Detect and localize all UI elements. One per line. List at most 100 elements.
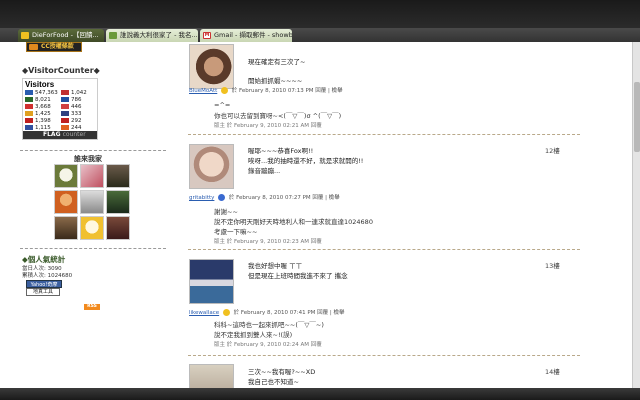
flag-icon (25, 90, 33, 95)
visitor-avatar[interactable] (80, 164, 104, 188)
tab-strip: DieForFood -【回饋... 誰說義大利很家了 - 我名... M Gm… (0, 28, 640, 42)
browser-toolbar (0, 0, 640, 28)
commenter-avatar[interactable] (189, 144, 234, 189)
visitor-avatar[interactable] (80, 190, 104, 214)
smiley-icon (221, 87, 229, 94)
flag-icon (25, 118, 33, 123)
comment-text: 唉呀...我的抽時還不好，就是求就開的!! (248, 157, 364, 165)
vertical-scrollbar[interactable] (632, 42, 640, 388)
comment-text: 我也好想中喔 ㄒㄒ (248, 262, 303, 270)
flag-icon (25, 97, 33, 102)
author-link[interactable]: gritabitty (189, 195, 214, 201)
author-link[interactable]: likewallace (189, 310, 219, 316)
flag-icon (61, 90, 69, 95)
visitor-avatar[interactable] (54, 190, 78, 214)
status-bar (0, 388, 640, 400)
floor-number: 13樓 (545, 262, 560, 270)
comment-meta: BlueMoAtt 於 February 8, 2010 07:13 PM 回覆… (189, 87, 343, 94)
reply-meta: 版主 於 February 9, 2010 02:24 AM 回覆 (214, 342, 322, 348)
visitor-counter-heading: ◆VisitorCounter◆ (22, 66, 100, 75)
folder-icon (21, 32, 29, 39)
author-link[interactable]: BlueMoAtt (189, 88, 217, 94)
rss-badge[interactable]: RSS (84, 304, 100, 310)
yahoo-button[interactable]: Yahoo!奇摩 (26, 280, 62, 288)
comment-meta: gritabitty 於 February 8, 2010 07:27 PM 回… (189, 194, 340, 201)
flag-counter-footer: FLAG counter (23, 131, 97, 139)
visitor-count-row: 8,021 (25, 97, 51, 104)
tab-dieforfood[interactable]: DieForFood -【回饋... (18, 29, 104, 42)
visitor-count-row: 547,363 (25, 90, 58, 97)
reply-meta: 版主 於 February 9, 2010 02:23 AM 回覆 (214, 239, 322, 245)
visitor-avatar[interactable] (106, 190, 130, 214)
commenter-avatar[interactable] (189, 259, 234, 304)
visitor-count-row: 1,042 (61, 90, 87, 97)
tab-label: 誰說義大利很家了 - 我名... (120, 31, 198, 39)
who-visited-heading: 誰來我家 (74, 155, 102, 163)
owner-reply: 科科~這時也一起來抓吧~~(￣▽￣~) (214, 321, 324, 329)
visitor-count-row: 3,668 (25, 104, 51, 111)
visitor-avatar[interactable] (54, 216, 78, 240)
globe-icon (218, 194, 226, 201)
tab-label: Gmail - 擷取郵件 - showb... (214, 31, 292, 39)
gmail-icon: M (203, 32, 211, 39)
visitor-count-row: 1,425 (25, 111, 51, 118)
flag-icon (25, 111, 33, 116)
owner-reply: 謝謝~~ (214, 208, 238, 216)
owner-reply: 考慮一下嘛~~ (214, 228, 258, 236)
comment-text: 現在確定有三次了~ (248, 58, 306, 66)
tool-button[interactable]: 地真工具 (26, 288, 60, 296)
flag-icon (61, 104, 69, 109)
visitor-count-row: 292 (61, 118, 82, 125)
visitor-avatar[interactable] (80, 216, 104, 240)
page-icon (109, 32, 117, 39)
flag-counter-widget[interactable]: Visitors 547,363 8,021 3,668 1,425 1,398… (22, 78, 98, 140)
commenter-avatar[interactable] (189, 44, 234, 89)
owner-reply: 說不定我抓到雙人來~!(誤) (214, 331, 293, 339)
owner-reply: =^= (214, 101, 231, 109)
flag-icon (25, 104, 33, 109)
visitor-count-row: 786 (61, 97, 82, 104)
comment-text: 錄音蹦蹦... (248, 167, 281, 175)
divider (20, 248, 166, 249)
web-page: CC授權條款 ◆VisitorCounter◆ Visitors 547,363… (0, 42, 640, 388)
visitor-avatar[interactable] (106, 164, 130, 188)
tab-label: DieForFood -【回饋... (32, 31, 99, 39)
comment-text: 開始抓抓蝦~~~~ (248, 77, 303, 85)
stats-total: 累積人次: 1024680 (22, 273, 73, 279)
visitor-avatar[interactable] (54, 164, 78, 188)
flag-icon (25, 125, 33, 130)
comments-section: 現在確定有三次了~ 開始抓抓蝦~~~~ BlueMoAtt 於 February… (176, 42, 640, 388)
tab-italy-blog[interactable]: 誰說義大利很家了 - 我名... (106, 29, 198, 42)
owner-reply: 你也可以去留到寶呀~<(￣▽￣)σ ^(￣▽￣) (214, 112, 342, 120)
sidebar: CC授權條款 ◆VisitorCounter◆ Visitors 547,363… (0, 42, 176, 388)
report-link[interactable]: 檢舉 (329, 195, 340, 201)
visitor-count-row: 446 (61, 104, 82, 111)
comment-text: 但是現在上班時間我進不來了 攜念 (248, 272, 348, 280)
floor-number: 14樓 (545, 368, 560, 376)
cc-license-badge[interactable]: CC授權條款 (26, 42, 82, 52)
comment-divider (188, 355, 580, 356)
flag-icon (61, 97, 69, 102)
smiley-icon (222, 309, 230, 316)
comment-divider (188, 134, 580, 135)
scrollbar-thumb[interactable] (634, 82, 640, 152)
comment-text: 我自己也不知道~ (248, 378, 299, 386)
report-link[interactable]: 檢舉 (334, 310, 345, 316)
flag-icon (61, 118, 69, 123)
flag-icon (61, 125, 69, 130)
visitor-count-row: 1,398 (25, 118, 51, 125)
comment-text: 三次~~我有喔?~~XD (248, 368, 316, 376)
comment-meta: likewallace 於 February 8, 2010 07:41 PM … (189, 309, 345, 316)
floor-number: 12樓 (545, 147, 560, 155)
reply-meta: 版主 於 February 9, 2010 02:21 AM 回覆 (214, 123, 322, 129)
flag-icon (61, 111, 69, 116)
visitors-title: Visitors (25, 80, 55, 89)
comment-divider (188, 249, 580, 250)
visitor-count-row: 333 (61, 111, 82, 118)
report-link[interactable]: 檢舉 (332, 88, 343, 94)
comment-text: 喔耶~~~恭喜Fox啊!! (248, 147, 314, 155)
commenter-avatar[interactable] (189, 364, 234, 388)
tab-gmail[interactable]: M Gmail - 擷取郵件 - showb... (200, 29, 292, 42)
divider (20, 150, 166, 151)
visitor-avatar[interactable] (106, 216, 130, 240)
